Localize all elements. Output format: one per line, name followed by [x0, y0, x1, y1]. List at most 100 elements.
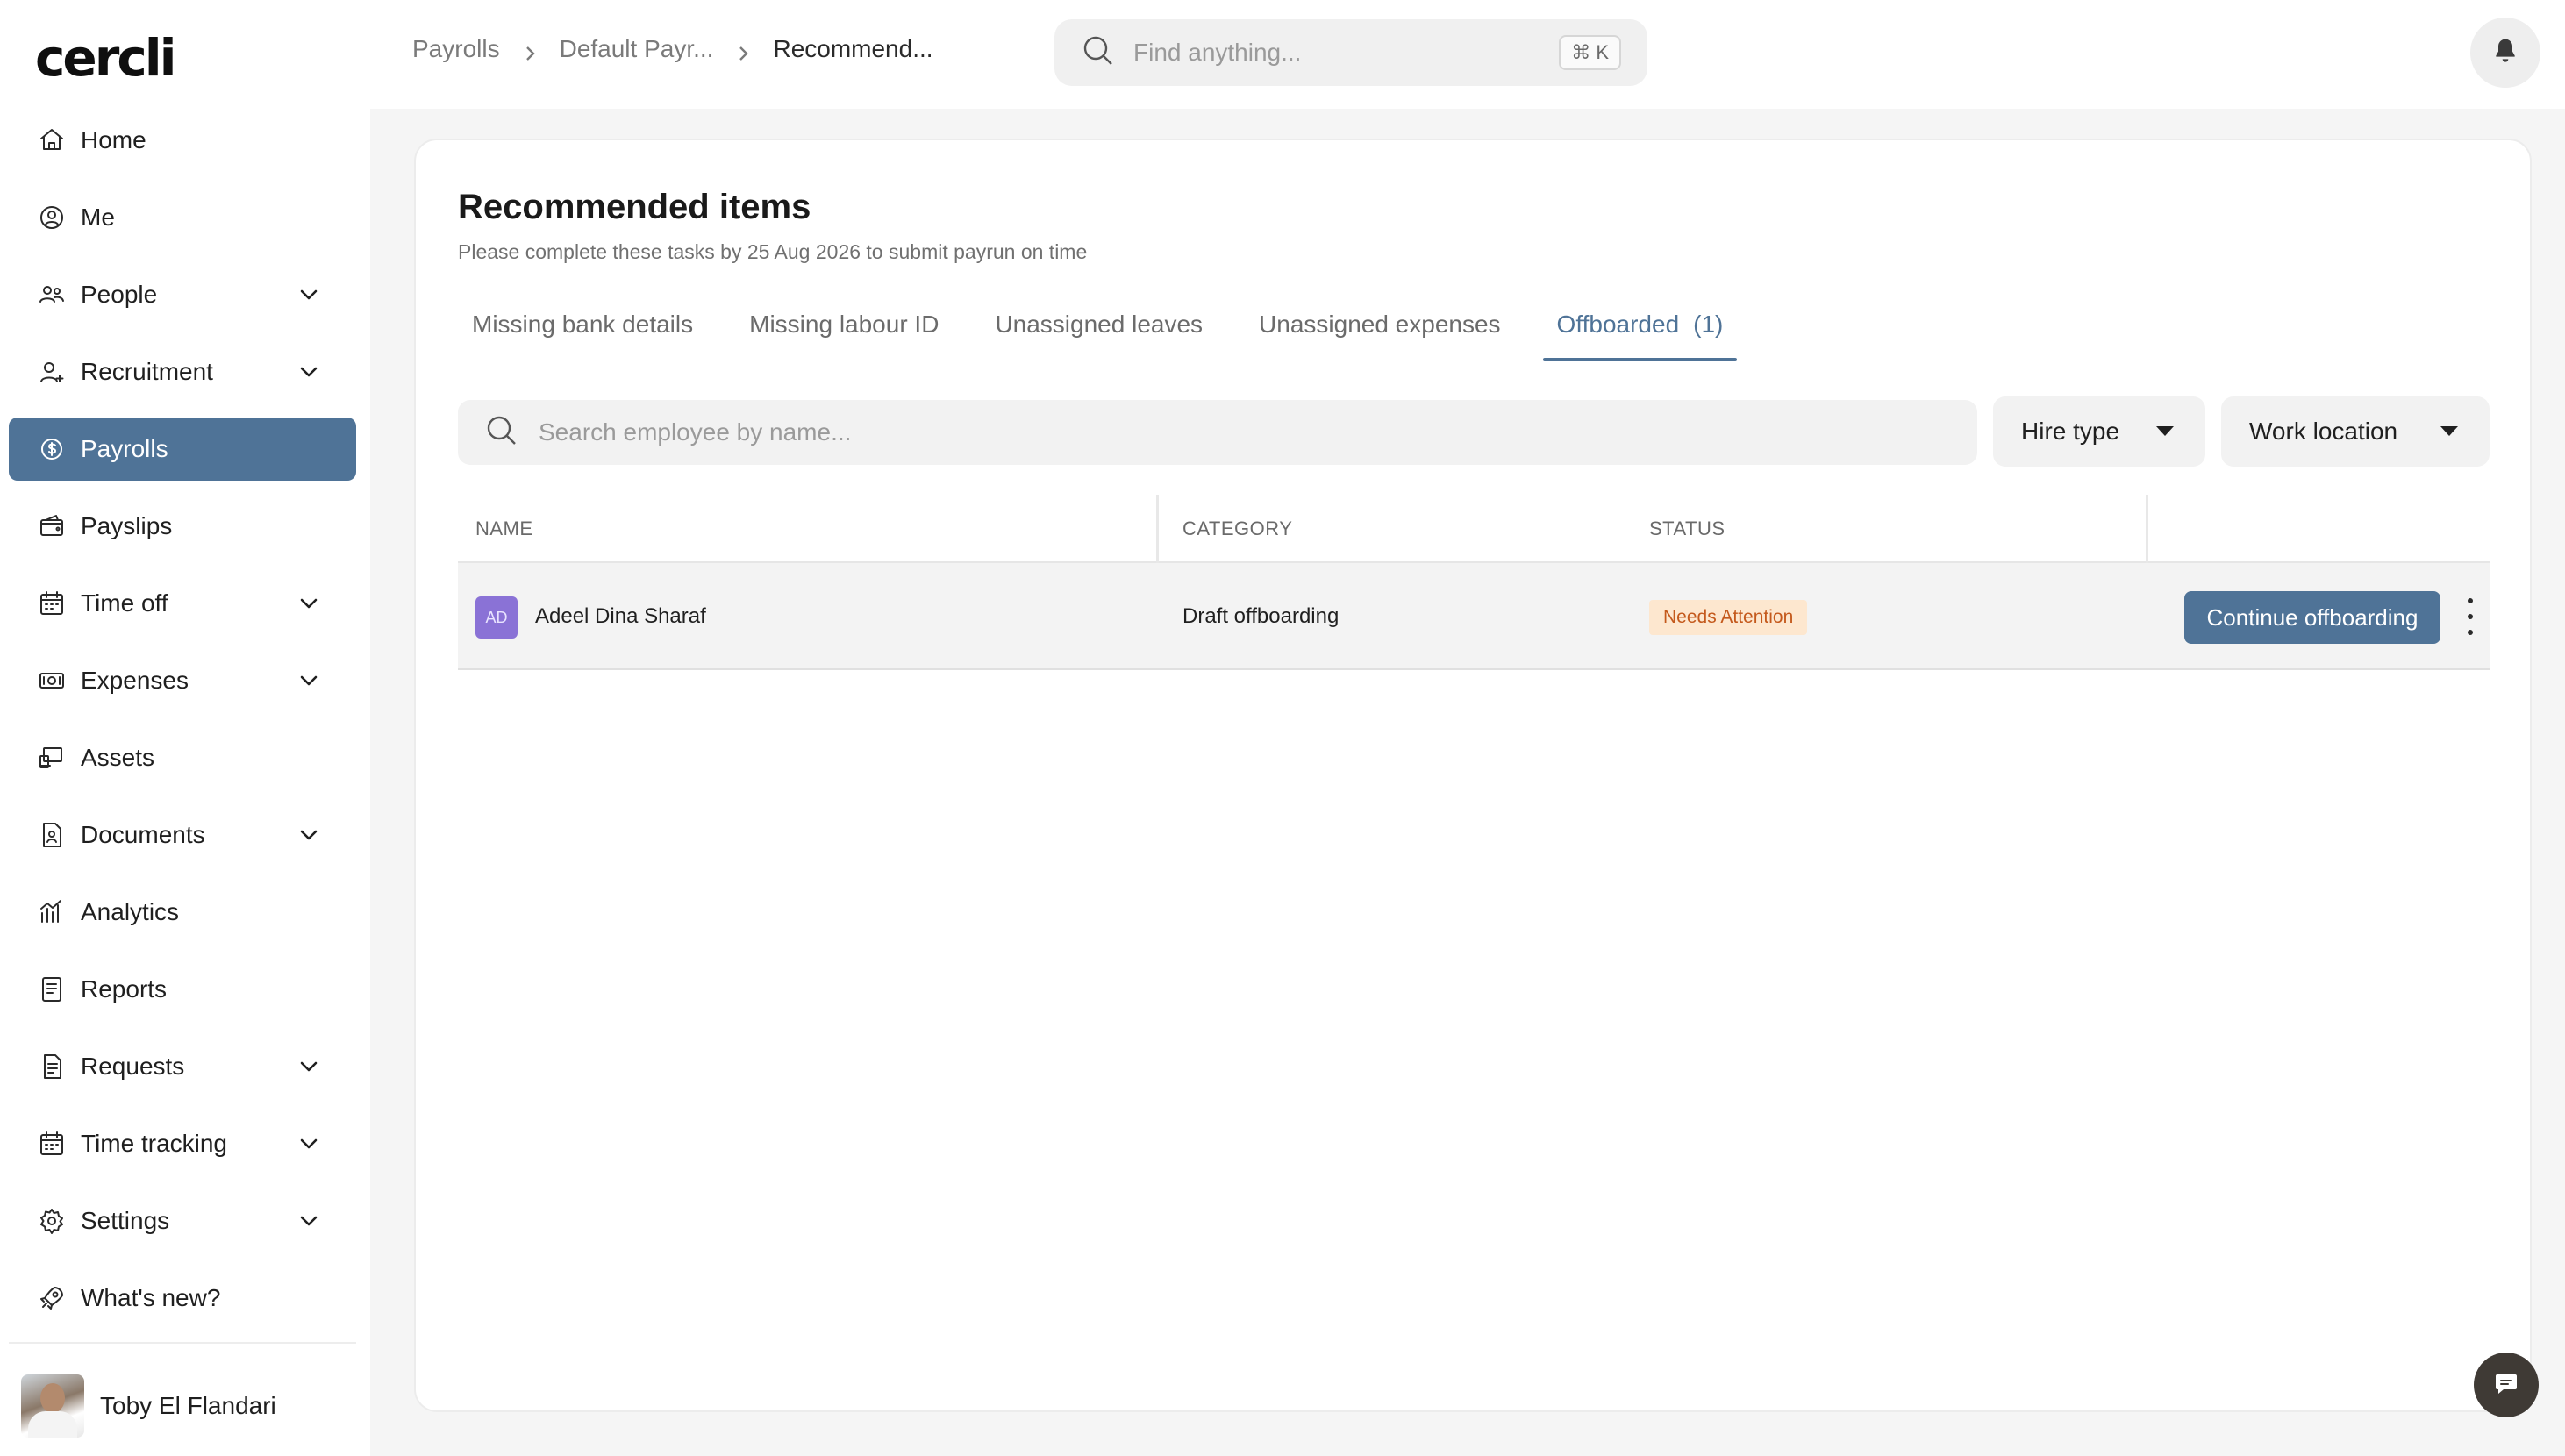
sidebar-item-what-s-new[interactable]: What's new?: [9, 1267, 356, 1330]
sidebar-item-requests[interactable]: Requests: [9, 1035, 356, 1098]
tab-label: Missing labour ID: [749, 310, 940, 338]
chevron-down-icon[interactable]: [297, 1209, 321, 1233]
tab-label: Offboarded: [1556, 310, 1680, 338]
breadcrumb-payrolls[interactable]: Payrolls: [412, 35, 500, 63]
employee-search-placeholder: Search employee by name...: [539, 418, 852, 446]
tab-missing-bank-details[interactable]: Missing bank details: [458, 307, 707, 370]
offboarded-table: NAME CATEGORY STATUS AD Adeel Dina Shara…: [458, 495, 2490, 670]
tab-unassigned-leaves[interactable]: Unassigned leaves: [981, 307, 1217, 370]
continue-offboarding-button[interactable]: Continue offboarding: [2184, 591, 2440, 644]
hire-type-label: Hire type: [2021, 418, 2120, 445]
chevron-down-icon[interactable]: [297, 1054, 321, 1079]
search-icon: [1081, 33, 1116, 73]
sidebar-item-recruitment[interactable]: Recruitment: [9, 340, 356, 403]
chevron-right-icon: [734, 40, 752, 61]
sidebar-item-analytics[interactable]: Analytics: [9, 881, 356, 944]
money-icon: [37, 666, 67, 696]
sidebar-item-expenses[interactable]: Expenses: [9, 649, 356, 712]
sidebar-item-documents[interactable]: Documents: [9, 803, 356, 867]
sidebar-item-settings[interactable]: Settings: [9, 1189, 356, 1253]
employee-name[interactable]: Adeel Dina Sharaf: [535, 604, 706, 629]
caret-down-icon: [2156, 426, 2174, 436]
user-plus-icon: [37, 357, 67, 387]
header-status[interactable]: STATUS: [1649, 517, 1725, 540]
sidebar-divider: [9, 1342, 356, 1344]
cercli-logo[interactable]: cercli: [35, 30, 176, 86]
search-icon: [484, 413, 519, 453]
user-circle-icon: [37, 203, 67, 232]
table-header: NAME CATEGORY STATUS: [458, 495, 2490, 563]
sidebar-item-payslips[interactable]: Payslips: [9, 495, 356, 558]
more-options-icon[interactable]: [2461, 598, 2479, 635]
chevron-down-icon[interactable]: [297, 360, 321, 384]
sidebar-item-label: Assets: [81, 744, 155, 771]
sidebar-item-home[interactable]: Home: [9, 109, 356, 172]
chevron-down-icon[interactable]: [297, 668, 321, 693]
analytics-icon: [37, 897, 67, 927]
people-icon: [37, 280, 67, 310]
chevron-down-icon[interactable]: [297, 282, 321, 307]
request-icon: [37, 1052, 67, 1081]
breadcrumb-default-payroll[interactable]: Default Payr...: [560, 35, 714, 63]
table-row[interactable]: AD Adeel Dina Sharaf Draft offboarding N…: [458, 563, 2490, 670]
home-icon: [37, 125, 67, 155]
sidebar-item-label: Payrolls: [81, 435, 168, 462]
sidebar-item-label: Recruitment: [81, 358, 213, 385]
global-search-input[interactable]: Find anything... ⌘ K: [1054, 19, 1647, 86]
sidebar-item-label: Me: [81, 203, 115, 231]
tab-offboarded[interactable]: Offboarded (1): [1542, 307, 1738, 370]
tab-missing-labour-id[interactable]: Missing labour ID: [735, 307, 953, 370]
avatar: [21, 1374, 84, 1438]
header-category[interactable]: CATEGORY: [1182, 517, 1292, 540]
employee-category: Draft offboarding: [1182, 604, 1340, 628]
chat-support-button[interactable]: [2474, 1353, 2539, 1417]
breadcrumb-current: Recommend...: [773, 35, 933, 62]
sidebar-item-label: What's new?: [81, 1284, 221, 1311]
sidebar-nav: Home Me People Recruitment Payrolls Payslips T…: [9, 109, 356, 1344]
chevron-down-icon[interactable]: [297, 1131, 321, 1156]
page-subtitle: Please complete these tasks by 25 Aug 20…: [458, 240, 1088, 263]
tab-unassigned-expenses[interactable]: Unassigned expenses: [1245, 307, 1515, 370]
tab-label: Unassigned expenses: [1259, 310, 1501, 338]
report-icon: [37, 974, 67, 1004]
sidebar-item-assets[interactable]: Assets: [9, 726, 356, 789]
sidebar-item-me[interactable]: Me: [9, 186, 356, 249]
chevron-right-icon: [521, 40, 539, 61]
caret-down-icon: [2440, 426, 2458, 436]
shortcut-hint: ⌘ K: [1559, 35, 1621, 70]
work-location-dropdown[interactable]: Work location: [2221, 396, 2490, 467]
breadcrumb: Payrolls Default Payr... Recommend...: [412, 35, 933, 63]
document-icon: [37, 820, 67, 850]
sidebar-item-reports[interactable]: Reports: [9, 958, 356, 1021]
sidebar-item-time-off[interactable]: Time off: [9, 572, 356, 635]
sidebar-item-people[interactable]: People: [9, 263, 356, 326]
sidebar-item-label: People: [81, 281, 158, 308]
employee-initials-badge: AD: [475, 596, 518, 639]
status-badge: Needs Attention: [1649, 600, 1808, 635]
notifications-button[interactable]: [2470, 18, 2540, 88]
rocket-icon: [37, 1283, 67, 1313]
tab-label: Missing bank details: [472, 310, 694, 338]
tab-count: (1): [1693, 310, 1724, 338]
sidebar-item-label: Requests: [81, 1053, 185, 1080]
sidebar-item-label: Home: [81, 126, 146, 153]
bell-icon: [2491, 37, 2519, 69]
sidebar-item-label: Expenses: [81, 667, 189, 694]
sidebar-item-label: Payslips: [81, 512, 173, 539]
user-profile[interactable]: Toby El Flandari: [21, 1373, 276, 1439]
calendar-icon: [37, 1129, 67, 1159]
tabs: Missing bank details Missing labour ID Una…: [458, 307, 1765, 370]
work-location-label: Work location: [2249, 418, 2398, 445]
chevron-down-icon[interactable]: [297, 823, 321, 847]
sidebar: cercli Home Me People Recruitment Payrolls Pa…: [0, 0, 370, 1456]
sidebar-item-time-tracking[interactable]: Time tracking: [9, 1112, 356, 1175]
header-name[interactable]: NAME: [475, 517, 533, 540]
employee-search-input[interactable]: Search employee by name...: [458, 400, 1977, 465]
payroll-icon: [37, 434, 67, 464]
hire-type-dropdown[interactable]: Hire type: [1993, 396, 2205, 467]
sidebar-item-label: Reports: [81, 975, 168, 1003]
sidebar-item-label: Documents: [81, 821, 205, 848]
chevron-down-icon[interactable]: [297, 591, 321, 616]
sidebar-item-label: Settings: [81, 1207, 170, 1234]
sidebar-item-payrolls[interactable]: Payrolls: [9, 418, 356, 481]
